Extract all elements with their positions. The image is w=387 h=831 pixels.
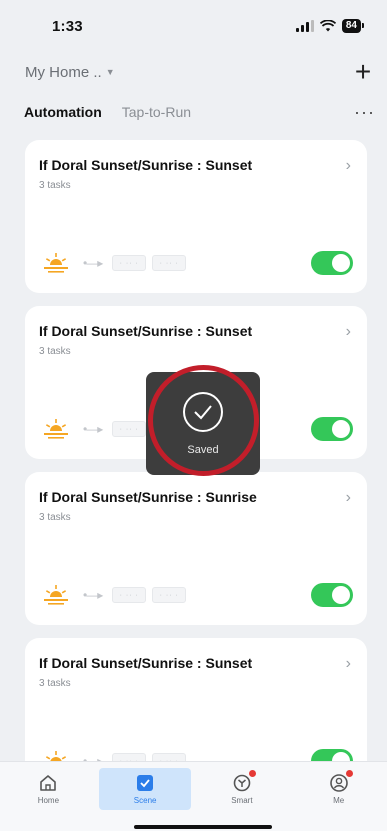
notification-badge xyxy=(248,770,256,777)
card-subtitle: 3 tasks xyxy=(39,678,71,689)
card-flow: •—▸ · ·· · · ·· · xyxy=(43,583,353,607)
nav-item-smart[interactable]: Smart xyxy=(196,768,288,810)
tab-bar: Automation Tap-to-Run ··· xyxy=(0,98,387,126)
home-name: My Home .. xyxy=(25,63,102,81)
device-chip: · ·· · xyxy=(112,255,147,271)
sunset-icon xyxy=(44,419,68,439)
tab-automation[interactable]: Automation xyxy=(24,104,102,120)
notification-badge xyxy=(345,770,353,777)
enable-toggle[interactable] xyxy=(311,251,353,275)
card-title: If Doral Sunset/Sunrise : Sunrise xyxy=(39,489,257,505)
enable-toggle[interactable] xyxy=(311,583,353,607)
card-title: If Doral Sunset/Sunrise : Sunset xyxy=(39,323,253,339)
chevron-right-icon[interactable]: › xyxy=(346,489,351,507)
automation-card[interactable]: If Doral Sunset/Sunrise : Sunrise 3 task… xyxy=(25,472,367,625)
home-indicator xyxy=(134,825,272,829)
chevron-right-icon[interactable]: › xyxy=(346,323,351,341)
card-title: If Doral Sunset/Sunrise : Sunset xyxy=(39,157,253,173)
nav-label: Scene xyxy=(133,796,157,805)
sunrise-icon xyxy=(44,585,68,605)
scene-checkbox-icon xyxy=(137,775,154,791)
bottom-nav: Home Scene Smart Me xyxy=(0,761,387,831)
device-chip: · ·· · xyxy=(112,587,147,603)
nav-label: Smart xyxy=(231,796,253,805)
add-button[interactable]: + xyxy=(349,58,377,86)
more-options-button[interactable]: ··· xyxy=(354,102,375,123)
annotation-highlight-circle xyxy=(148,365,259,476)
smart-icon xyxy=(233,774,251,792)
nav-item-home[interactable]: Home xyxy=(2,768,94,810)
chevron-right-icon[interactable]: › xyxy=(346,157,351,175)
device-chip: · ·· · xyxy=(112,421,147,437)
sunset-icon xyxy=(44,253,68,273)
status-bar: 1:33 84 xyxy=(0,0,387,52)
chevron-right-icon[interactable]: › xyxy=(346,655,351,673)
status-icons: 84 xyxy=(295,19,365,33)
wifi-icon xyxy=(319,20,336,32)
arrow-right-icon: •—▸ xyxy=(83,256,103,270)
card-title: If Doral Sunset/Sunrise : Sunset xyxy=(39,655,253,671)
automation-card[interactable]: If Doral Sunset/Sunrise : Sunset 3 tasks… xyxy=(25,140,367,293)
status-time: 1:33 xyxy=(52,17,83,35)
signal-icon xyxy=(295,20,314,32)
arrow-right-icon: •—▸ xyxy=(83,422,103,436)
card-subtitle: 3 tasks xyxy=(39,346,71,357)
caret-down-icon: ▼ xyxy=(105,67,115,77)
header: My Home .. ▼ + xyxy=(0,56,387,88)
tab-tap-to-run[interactable]: Tap-to-Run xyxy=(122,104,191,120)
arrow-right-icon: •—▸ xyxy=(83,588,103,602)
nav-label: Me xyxy=(333,796,345,805)
device-chip: · ·· · xyxy=(152,255,187,271)
device-chip: · ·· · xyxy=(152,587,187,603)
card-subtitle: 3 tasks xyxy=(39,180,71,191)
nav-item-scene[interactable]: Scene xyxy=(99,768,192,810)
card-flow: •—▸ · ·· · · ·· · xyxy=(43,251,353,275)
home-icon xyxy=(40,775,57,791)
enable-toggle[interactable] xyxy=(311,417,353,441)
nav-item-me[interactable]: Me xyxy=(293,768,385,810)
home-selector[interactable]: My Home .. ▼ xyxy=(25,64,115,81)
battery-indicator: 84 xyxy=(341,19,365,33)
profile-icon xyxy=(329,774,348,792)
nav-label: Home xyxy=(37,796,60,805)
card-subtitle: 3 tasks xyxy=(39,512,71,523)
